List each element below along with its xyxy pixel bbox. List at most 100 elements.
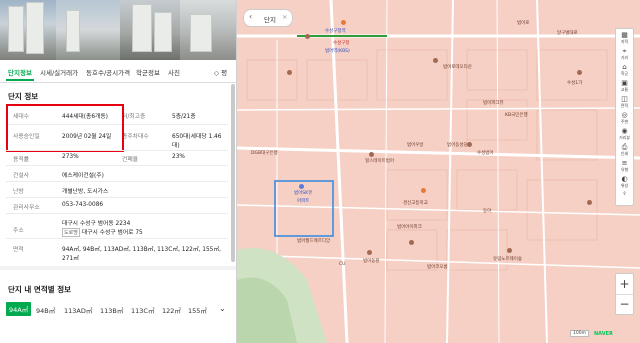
map-poi-pin[interactable]	[577, 70, 582, 75]
tab-price[interactable]: 시세/실거래가	[40, 67, 78, 77]
map-label[interactable]: 범어아이파크	[397, 224, 422, 230]
photo-2[interactable]	[56, 0, 120, 60]
panel-scrollbar[interactable]	[231, 84, 235, 262]
area-tab-122[interactable]: 122㎡	[162, 305, 181, 315]
toolbar-nearby[interactable]: ◎ 주변	[616, 111, 633, 125]
map-label-selected-sub[interactable]: 아파트	[297, 198, 309, 204]
building-shape	[8, 6, 24, 52]
building-shape	[66, 10, 80, 52]
address-value: 대구시 수성구 범어동 2234	[62, 221, 131, 227]
map-poi-pin[interactable]	[467, 142, 472, 147]
toolbar-cadastral[interactable]: ▦ 지적	[616, 31, 633, 45]
map-poi-pin[interactable]	[421, 188, 426, 193]
map-label[interactable]: 범어동성당	[447, 142, 468, 148]
tab-unit-price[interactable]: 동호수/공시가격	[86, 67, 130, 77]
bcr-value: 23%	[172, 154, 185, 160]
map-label[interactable]: 범어월드메르디앙	[297, 238, 330, 244]
scale-bar: 100m	[570, 330, 589, 337]
toolbar-school[interactable]: ⌂ 학군	[616, 63, 633, 77]
tab-pyeong-toggle[interactable]: ◇ 평	[214, 67, 227, 77]
map-poi-pin[interactable]	[587, 200, 592, 205]
naver-logo: NAVER	[594, 331, 613, 337]
toolbar-type[interactable]: ≡ 유형	[616, 159, 633, 173]
map-poi-pin[interactable]	[409, 240, 414, 245]
heating-label: 난방	[13, 189, 24, 195]
tab-photos[interactable]: 사진	[168, 67, 180, 77]
map-label[interactable]: 범어코오롱	[427, 264, 448, 270]
tab-complex-info[interactable]: 단지정보	[8, 67, 32, 77]
area-tab-113ad[interactable]: 113AD㎡	[64, 305, 92, 315]
map-label-subway[interactable]: 수성구청역	[325, 28, 346, 34]
map-label[interactable]: 유림노르웨이숲	[493, 256, 522, 262]
parking-value-cont: 대)	[172, 143, 180, 149]
map-label[interactable]: 범어로데오타운	[443, 64, 472, 70]
map-poi-pin[interactable]	[299, 184, 304, 189]
map-label[interactable]: 범어파크뷰	[483, 100, 504, 106]
area-tab-113c[interactable]: 113C㎡	[131, 305, 154, 315]
far-value: 273%	[62, 154, 79, 160]
area-tabs: 94A㎡ 94B㎡ 113AD㎡ 113B㎡ 113C㎡ 122㎡ 155㎡	[0, 301, 236, 319]
building-shape	[154, 12, 172, 52]
toolbar-print[interactable]: ⎙ 인쇄	[616, 143, 633, 157]
map-poi-pin[interactable]	[367, 250, 372, 255]
floors-value: 5층/21층	[172, 114, 196, 120]
photo-3[interactable]	[120, 0, 180, 60]
back-icon[interactable]: ‹	[249, 12, 252, 21]
area-tab-94a[interactable]: 94A㎡	[6, 302, 32, 316]
map-label[interactable]: 동아	[483, 208, 491, 214]
zoom-out-button[interactable]: −	[616, 295, 633, 314]
toolbar-area[interactable]: ◫ 면적	[616, 95, 633, 109]
map-label[interactable]: 수성구청	[333, 40, 350, 46]
toolbar-transit[interactable]: ▣ 교통	[616, 79, 633, 93]
area-tab-94b[interactable]: 94B㎡	[36, 305, 55, 315]
map-canvas[interactable]: 수성구청역 범어역(KBS) 범어로데오타운 범어SK뷰 아파트 힐스테이트범어…	[237, 0, 640, 343]
divider	[6, 238, 228, 239]
map-label[interactable]: CU	[339, 262, 345, 267]
photo-4[interactable]	[180, 0, 236, 60]
photo-strip[interactable]	[0, 0, 236, 60]
map-label[interactable]: 수성범어	[477, 150, 494, 156]
divider	[6, 181, 228, 182]
map-poi-pin[interactable]	[287, 70, 292, 75]
map-poi-pin[interactable]	[507, 248, 512, 253]
area-tab-155[interactable]: 155㎡	[188, 305, 207, 315]
office-phone-link[interactable]: 053-743-0086	[62, 202, 103, 208]
building-shape	[132, 4, 152, 52]
map-label[interactable]: 힐스테이트범어	[365, 158, 394, 164]
road-address: 도로명 대구시 수성구 범어로 75	[62, 227, 143, 237]
map-poi-pin[interactable]	[369, 152, 374, 157]
zoom-in-button[interactable]: +	[616, 274, 633, 295]
area-label: 면적	[13, 247, 24, 253]
detail-panel: 단지정보 시세/실거래가 동호수/공시가격 학군정보 사진 ◇ 평 단지 정보 …	[0, 0, 237, 343]
toolbar-share[interactable]: ⇪	[616, 191, 633, 197]
heating-value: 개별난방, 도시가스	[62, 189, 109, 195]
chevron-down-icon[interactable]: ⌄	[219, 304, 226, 313]
tab-school[interactable]: 학군정보	[136, 67, 160, 77]
detail-tabs: 단지정보 시세/실거래가 동호수/공시가격 학군정보 사진 ◇ 평	[0, 62, 236, 83]
map-label[interactable]: KB국민은행	[505, 112, 528, 118]
photo-1[interactable]	[0, 0, 56, 60]
toolbar-streetview[interactable]: ◉ 거리뷰	[616, 127, 633, 141]
area-tab-113b[interactable]: 113B㎡	[100, 305, 123, 315]
layers-icon: ≡	[621, 159, 628, 167]
address-label: 주소	[13, 228, 24, 234]
divider	[6, 213, 228, 214]
map-poi-pin[interactable]	[341, 20, 346, 25]
cadastral-icon: ▦	[621, 31, 628, 39]
toolbar-distance[interactable]: ⌖ 거리	[616, 47, 633, 61]
map-label-subway-sub[interactable]: 범어역(KBS)	[325, 48, 350, 54]
parking-value: 650대(세대당 1.46	[172, 134, 222, 140]
map-label[interactable]: DGB대구은행	[251, 150, 278, 156]
map-filter-button[interactable]: ‹ 단지 ×	[243, 9, 293, 27]
zoom-control: + −	[615, 273, 634, 315]
close-icon[interactable]: ×	[282, 13, 287, 21]
toolbar-satellite[interactable]: ◐ 위성	[616, 175, 633, 189]
map-roads	[237, 0, 640, 343]
map-label[interactable]: 수성1가	[567, 80, 582, 86]
map-label[interactable]: 경신고등학교	[403, 200, 428, 206]
map-poi-pin[interactable]	[305, 34, 310, 39]
map-poi-pin[interactable]	[433, 58, 438, 63]
map-label[interactable]: 범어우방	[407, 142, 424, 148]
map-label-selected[interactable]: 범어SK뷰	[294, 190, 312, 196]
map-label[interactable]: 범어동원	[363, 258, 380, 264]
